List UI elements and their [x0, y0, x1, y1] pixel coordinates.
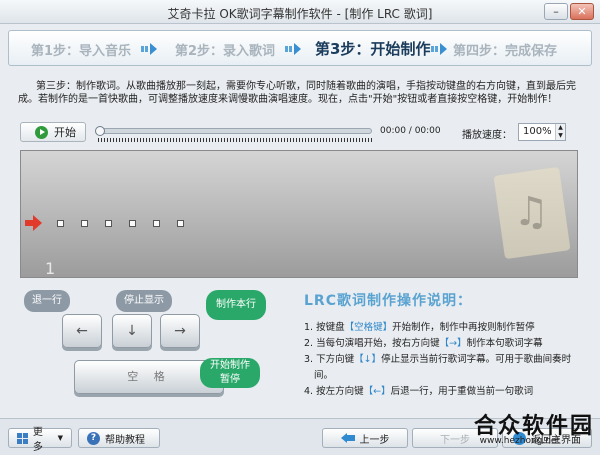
tip-start-line1: 开始制作	[210, 360, 250, 371]
window-controls: – ✕	[544, 3, 594, 20]
keyboard-diagram: 退一行 停止显示 制作本行 ← ↓ → 空 格 开始制作 暂停	[20, 288, 292, 404]
close-button[interactable]: ✕	[570, 3, 594, 20]
lyric-dot	[57, 220, 64, 227]
windows-icon	[17, 432, 28, 444]
speed-label: 播放速度：	[462, 130, 512, 141]
lyric-dot	[129, 220, 136, 227]
right-arrow-key: →	[160, 314, 200, 348]
music-note-icon: ♫	[513, 189, 549, 235]
help-item: 2. 当每句演唱开始，按右方向键【→】制作本句歌词字幕	[304, 336, 584, 352]
help-item-key: 【空格键】	[344, 322, 393, 333]
tip-make-line: 制作本行	[206, 290, 266, 320]
lyric-display: 1 ♫	[20, 150, 578, 278]
help-item-text: 制作本句歌词字幕	[466, 338, 543, 349]
prev-step-button[interactable]: 上一步	[322, 428, 408, 448]
watermark-url: www.hezhong.net	[479, 436, 560, 446]
help-item-text: 1. 按键盘	[304, 322, 345, 333]
prev-step-label: 上一步	[359, 434, 390, 446]
step-2-label: 第2步：录入歌词	[175, 44, 276, 59]
time-readout: 00:00 / 00:00	[380, 126, 441, 136]
spin-arrows-icon[interactable]: ▲ ▼	[555, 124, 565, 140]
help-tutorial-label: 帮助教程	[105, 434, 145, 446]
speed-value: 100%	[523, 126, 552, 137]
title-bar: 艾奇卡拉 OK歌词字幕制作软件 - [制作 LRC 歌词] – ✕	[0, 0, 600, 24]
help-item: 1. 按键盘【空格键】开始制作，制作中再按则制作暂停	[304, 320, 584, 336]
step-arrow-icon	[285, 43, 301, 55]
more-button[interactable]: 更多 ▼	[8, 427, 72, 453]
help-item-text: 2. 当每句演唱开始，按右方向键	[304, 338, 440, 349]
start-button-label: 开始	[54, 126, 76, 139]
more-button-label: 更多	[32, 427, 43, 453]
help-item-text: 3. 下方向键	[304, 354, 355, 365]
help-tutorial-button[interactable]: ? 帮助教程	[78, 428, 160, 448]
play-icon	[35, 125, 48, 139]
step-arrow-icon	[431, 43, 447, 55]
help-section: LRC歌词制作操作说明： 1. 按键盘【空格键】开始制作，制作中再按则制作暂停 …	[304, 290, 584, 400]
step-banner: 第1步：导入音乐 第2步：录入歌词 第3步：开始制作 第四步：完成保存	[8, 30, 592, 66]
help-item-key: 【←】	[363, 386, 391, 397]
speed-select[interactable]: 100% ▲ ▼	[518, 123, 566, 141]
seek-bar[interactable]	[95, 126, 372, 136]
help-item-text: 开始制作，制作中再按则制作暂停	[392, 322, 535, 333]
help-item: 3. 下方向键【↓】停止显示当前行歌词字幕。可用于歌曲间奏时间。	[304, 352, 584, 384]
instructions-text: 第三步：制作歌词。从歌曲播放那一刻起，需要你专心听歌，同时随着歌曲的演唱，手指按…	[18, 81, 576, 105]
step-4-label: 第四步：完成保存	[453, 44, 558, 59]
help-icon: ?	[87, 431, 100, 445]
help-item-key: 【↓】	[354, 354, 382, 365]
lyric-dot	[81, 220, 88, 227]
line-number: 1	[45, 259, 56, 278]
down-arrow-key: ↓	[112, 314, 152, 348]
help-item-text: 后退一行，用于重做当前一句歌词	[390, 386, 534, 397]
left-arrow-key: ←	[62, 314, 102, 348]
lyric-dot	[177, 220, 184, 227]
lyric-dot	[105, 220, 112, 227]
start-button[interactable]: 开始	[20, 122, 86, 142]
minimize-button[interactable]: –	[544, 3, 568, 20]
tip-start-pause: 开始制作 暂停	[200, 358, 260, 388]
step-3-label: 第3步：开始制作	[315, 40, 431, 58]
dropdown-arrow-icon: ▼	[57, 434, 63, 442]
step-arrow-icon	[141, 43, 157, 55]
step-1-label: 第1步：导入音乐	[31, 44, 132, 59]
tip-start-line2: 暂停	[220, 374, 240, 385]
help-item: 4. 按左方向键【←】后退一行，用于重做当前一句歌词	[304, 384, 584, 400]
next-step-label: 下一步	[440, 434, 470, 446]
window-title: 艾奇卡拉 OK歌词字幕制作软件 - [制作 LRC 歌词]	[167, 7, 433, 21]
help-item-key: 【→】	[439, 338, 467, 349]
lyric-dot	[153, 220, 160, 227]
back-arrow-icon	[340, 433, 355, 443]
lyric-placeholder-dots	[57, 220, 184, 227]
seek-thumb[interactable]	[95, 126, 105, 136]
tip-stop-display: 停止显示	[116, 290, 172, 312]
current-line-arrow-icon	[25, 215, 43, 231]
help-item-text: 4. 按左方向键	[304, 386, 364, 397]
help-title: LRC歌词制作操作说明：	[304, 293, 472, 309]
seek-ticks	[98, 138, 372, 142]
tip-prev-line: 退一行	[24, 290, 70, 312]
